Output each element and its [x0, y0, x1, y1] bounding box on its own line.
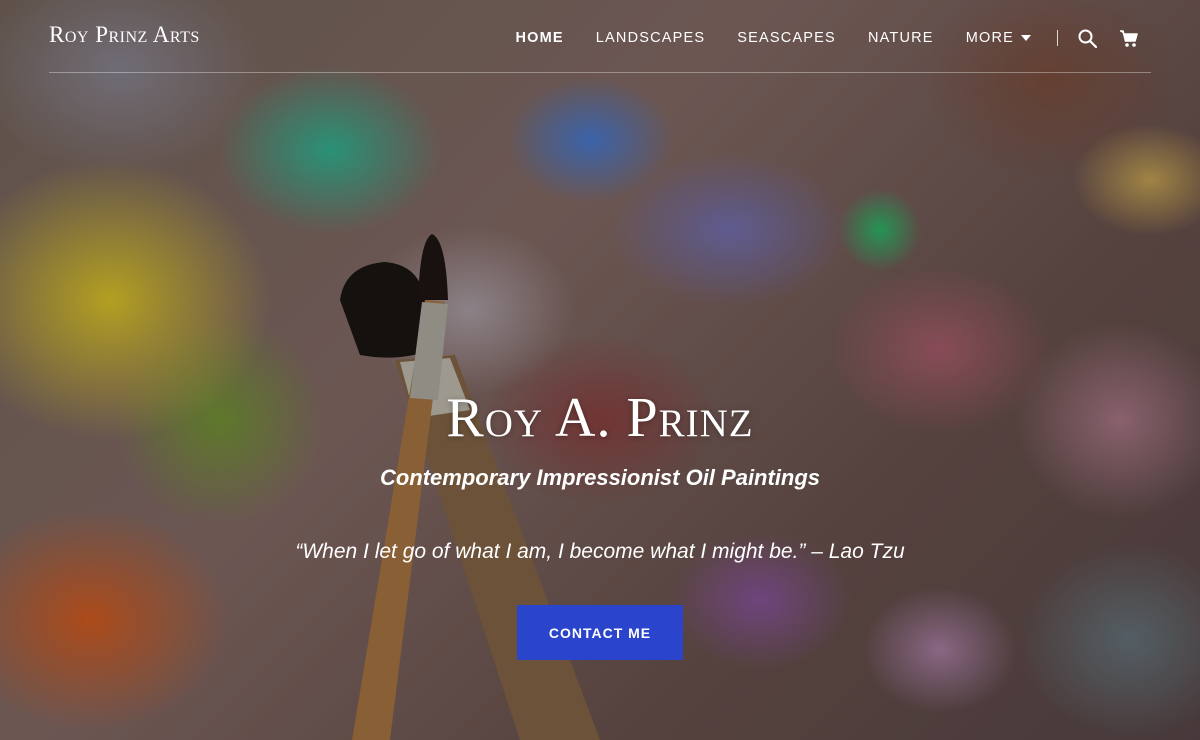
header-divider — [49, 72, 1151, 73]
nav-item-more-label: MORE — [965, 30, 1014, 46]
hero-title: Roy A. Prinz — [446, 387, 754, 449]
hero-subtitle: Contemporary Impressionist Oil Paintings — [379, 465, 821, 490]
main-nav: HOME LANDSCAPES SEASCAPES NATURE MORE — [515, 27, 1140, 49]
search-icon[interactable] — [1076, 27, 1098, 49]
cart-icon[interactable] — [1118, 27, 1140, 49]
chevron-down-icon — [1021, 35, 1031, 41]
nav-item-seascapes[interactable]: SEASCAPES — [737, 30, 836, 46]
nav-item-home[interactable]: HOME — [515, 30, 563, 46]
site-header: Roy Prinz Arts HOME LANDSCAPES SEASCAPES… — [0, 0, 1200, 73]
hero-quote: “When I let go of what I am, I become wh… — [295, 540, 905, 563]
contact-me-button[interactable]: CONTACT ME — [517, 605, 683, 660]
nav-item-more[interactable]: MORE — [966, 30, 1031, 46]
nav-item-nature[interactable]: NATURE — [868, 30, 934, 46]
nav-divider — [1057, 30, 1058, 46]
site-title[interactable]: Roy Prinz Arts — [49, 22, 200, 48]
nav-item-landscapes[interactable]: LANDSCAPES — [596, 30, 706, 46]
